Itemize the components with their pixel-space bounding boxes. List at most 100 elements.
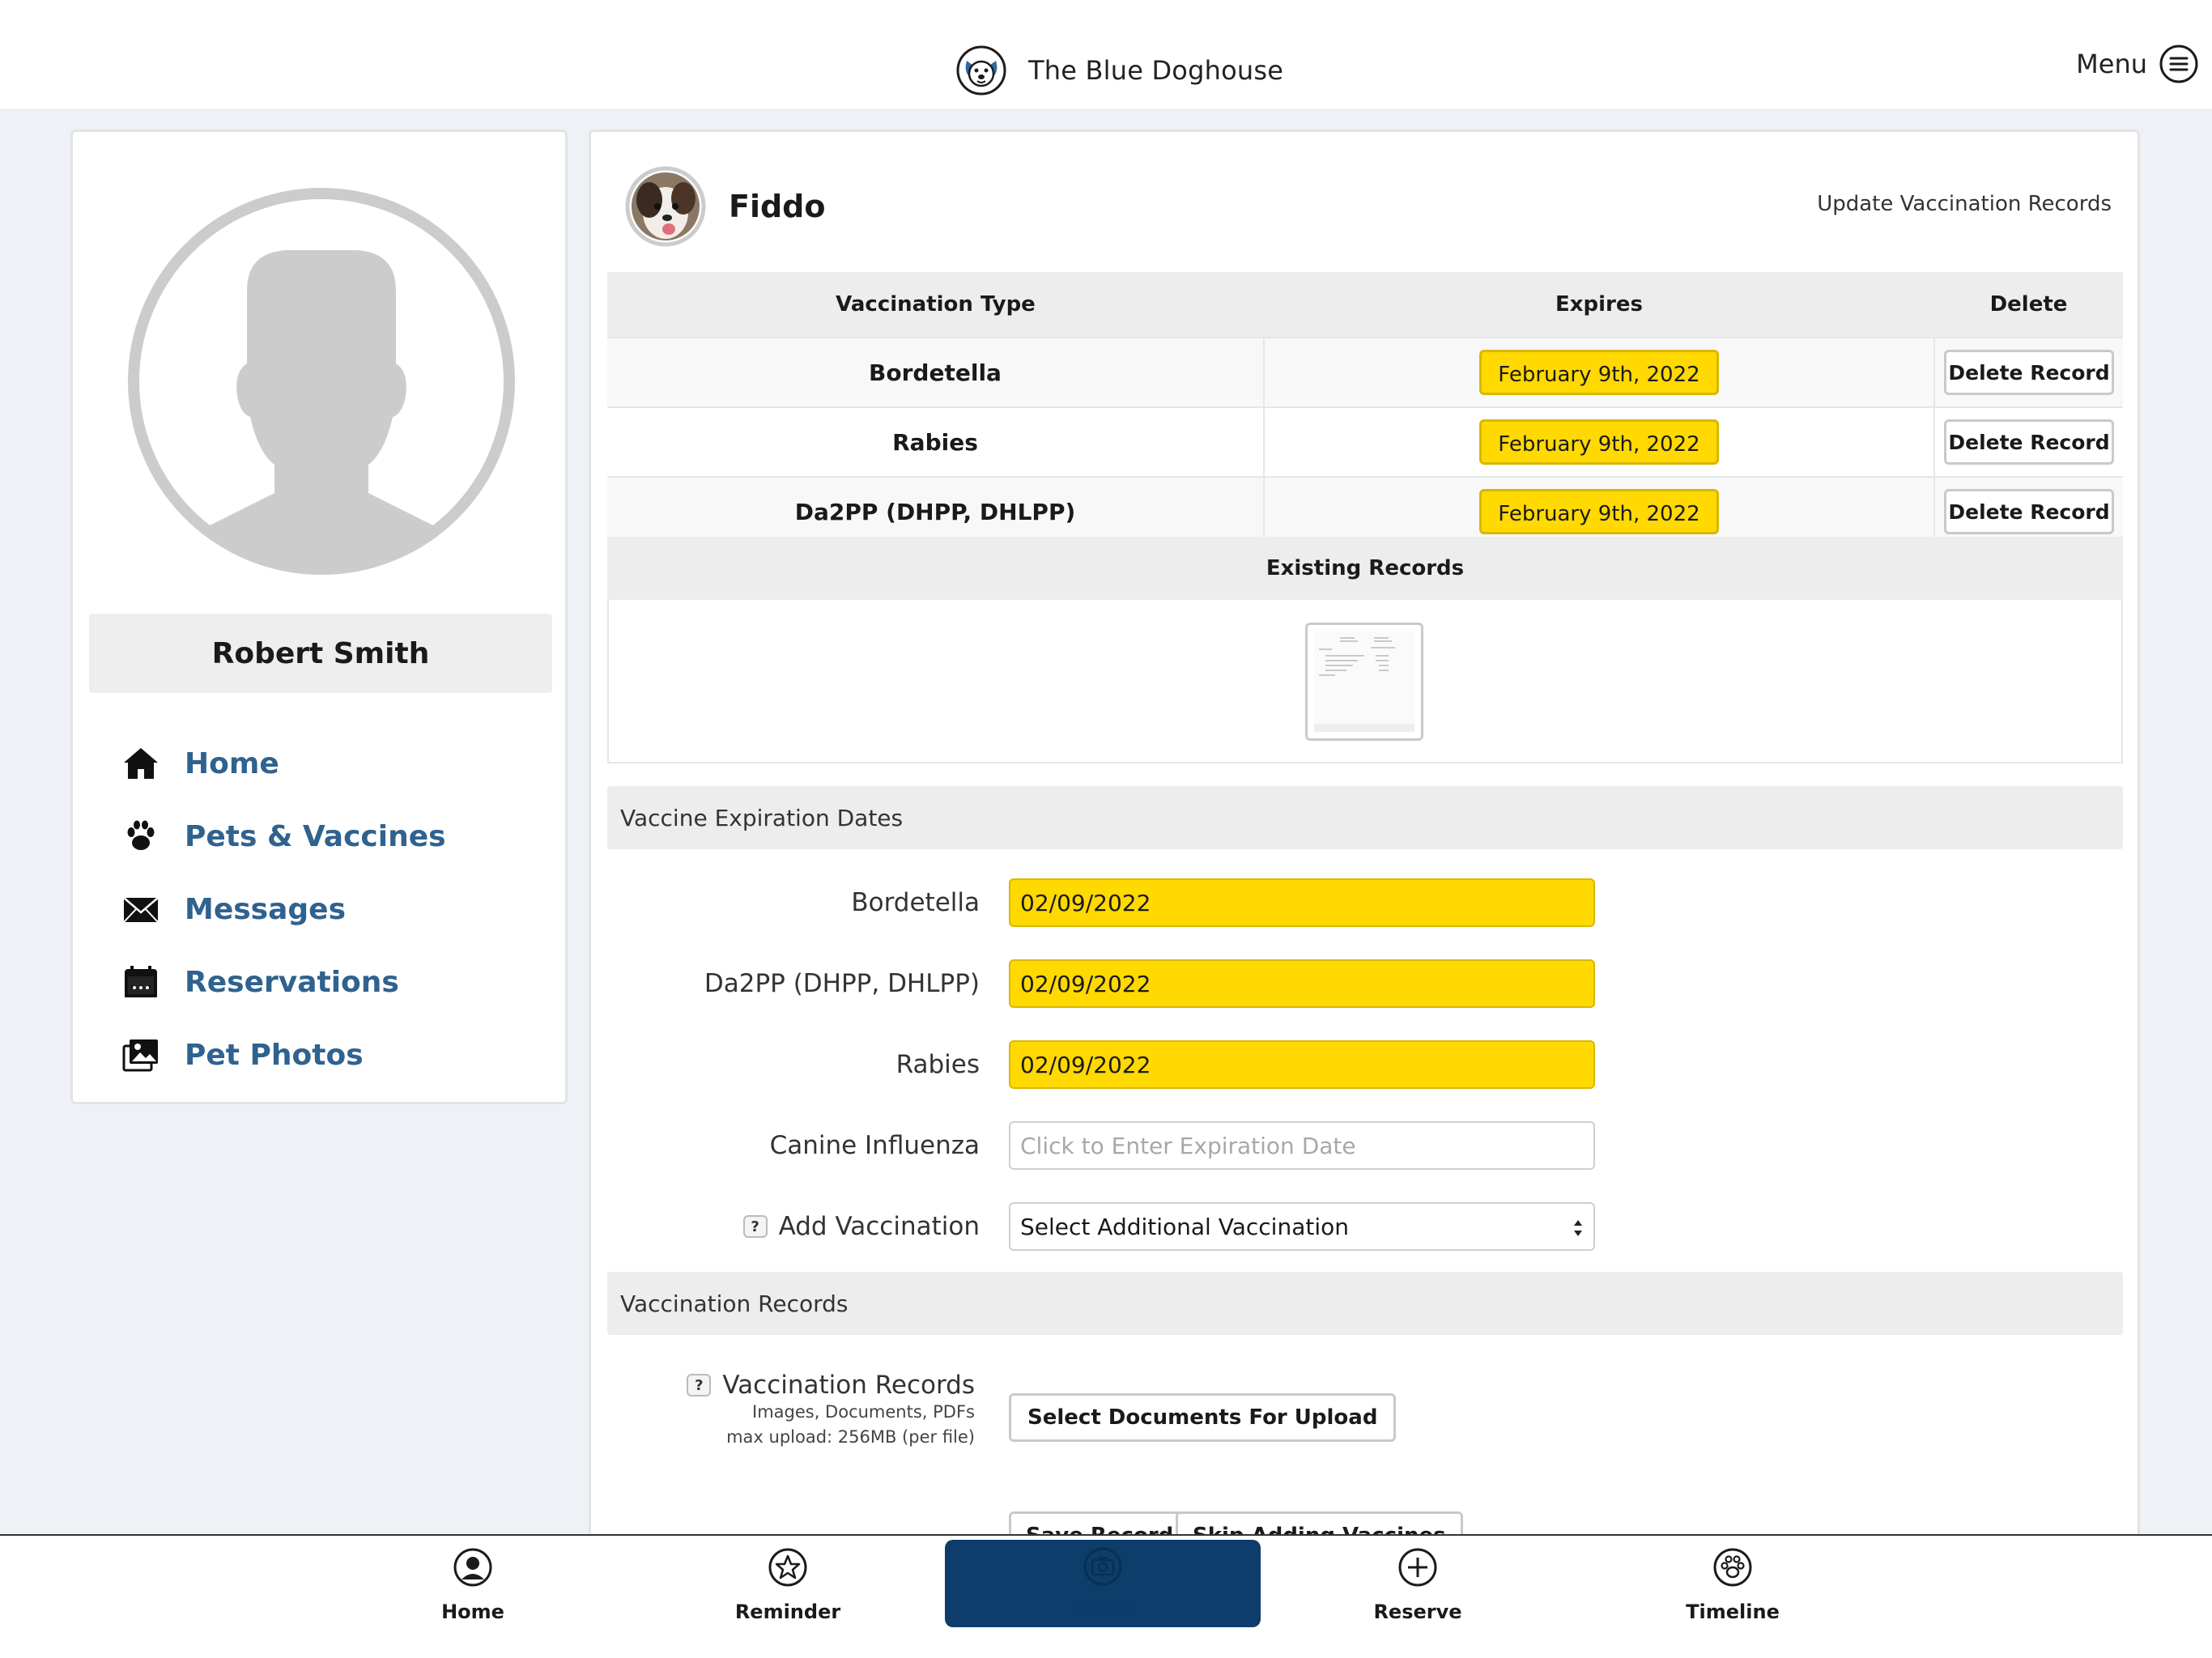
tab-home[interactable]: Home xyxy=(351,1536,594,1657)
menu-button[interactable]: Menu xyxy=(2076,44,2199,84)
tab-reminder[interactable]: Reminder xyxy=(666,1536,909,1657)
vaccination-records-label-block: ? Vaccination Records Images, Documents,… xyxy=(687,1371,975,1450)
sidebar-item-messages[interactable]: Messages xyxy=(121,873,542,946)
vaccination-table: Vaccination Type Expires Delete Bordetel… xyxy=(607,272,2123,546)
brand-name: The Blue Doghouse xyxy=(1028,55,1284,86)
bordetella-label: Bordetella xyxy=(851,888,980,917)
add-vaccination-row: ? Add Vaccination Select Additional Vacc… xyxy=(591,1202,2138,1251)
sidebar-item-label: Pet Photos xyxy=(185,1038,364,1072)
canine-influenza-date-input[interactable]: Click to Enter Expiration Date xyxy=(1009,1121,1595,1170)
table-row: Da2PP (DHPP, DHLPP) February 9th, 2022 D… xyxy=(607,476,2123,546)
vaccine-type-cell: Da2PP (DHPP, DHLPP) xyxy=(607,476,1265,546)
expiry-date-pill[interactable]: February 9th, 2022 xyxy=(1479,350,1719,395)
tab-label: Timeline xyxy=(1686,1601,1780,1623)
sidebar-item-home[interactable]: Home xyxy=(121,727,542,800)
document-preview-icon xyxy=(1314,631,1414,732)
canine-influenza-label: Canine Influenza xyxy=(769,1131,980,1160)
dog-logo-icon xyxy=(956,45,1006,96)
envelope-icon xyxy=(121,890,160,929)
add-vaccination-select[interactable]: Select Additional Vaccination xyxy=(1009,1202,1595,1251)
profile-card: Robert Smith Home Pets & Vaccines Messag… xyxy=(70,130,568,1104)
expiry-date-pill[interactable]: February 9th, 2022 xyxy=(1479,489,1719,534)
profile-name-box: Robert Smith xyxy=(89,614,552,693)
delete-cell: Delete Record xyxy=(1934,476,2123,546)
delete-cell: Delete Record xyxy=(1934,337,2123,407)
rabies-label: Rabies xyxy=(895,1050,980,1079)
top-header: The Blue Doghouse Menu xyxy=(0,0,2212,108)
vaccine-expiration-section-header: Vaccine Expiration Dates xyxy=(607,786,2123,849)
vaccine-type-cell: Rabies xyxy=(607,406,1265,477)
table-row: Bordetella February 9th, 2022 Delete Rec… xyxy=(607,337,2123,407)
photos-icon xyxy=(121,1035,160,1074)
document-thumbnail[interactable] xyxy=(1305,623,1423,741)
tab-label: Reserve xyxy=(1373,1601,1462,1623)
expires-cell: February 9th, 2022 xyxy=(1264,406,1935,477)
paw-circle-icon xyxy=(1713,1548,1752,1587)
tab-label: Home xyxy=(441,1601,504,1623)
sidebar-item-pet-photos[interactable]: Pet Photos xyxy=(121,1018,542,1091)
calendar-icon xyxy=(121,963,160,1001)
pet-name: Fiddo xyxy=(729,189,826,224)
sidebar-item-label: Pets & Vaccines xyxy=(185,819,446,853)
bordetella-date-input[interactable]: 02/09/2022 xyxy=(1009,878,1595,927)
brand[interactable]: The Blue Doghouse xyxy=(955,42,1283,99)
avatar xyxy=(128,188,515,575)
table-row: Rabies February 9th, 2022 Delete Record xyxy=(607,406,2123,477)
add-vaccination-select-value: Select Additional Vaccination xyxy=(1020,1213,1349,1240)
profile-name: Robert Smith xyxy=(211,636,430,670)
sidebar-item-label: Home xyxy=(185,746,279,780)
vaccine-type-cell: Bordetella xyxy=(607,337,1265,407)
user-circle-icon xyxy=(453,1548,492,1587)
expires-cell: February 9th, 2022 xyxy=(1264,476,1935,546)
canine-influenza-row: Canine Influenza Click to Enter Expirati… xyxy=(591,1121,2138,1170)
da2pp-date-input[interactable]: 02/09/2022 xyxy=(1009,959,1595,1008)
star-icon xyxy=(768,1548,807,1587)
column-header-expires: Expires xyxy=(1264,272,1934,338)
delete-record-button[interactable]: Delete Record xyxy=(1944,419,2114,465)
tab-label: Reminder xyxy=(734,1601,841,1623)
rabies-date-input[interactable]: 02/09/2022 xyxy=(1009,1040,1595,1089)
pet-photo xyxy=(625,166,706,247)
help-icon[interactable]: ? xyxy=(742,1215,768,1238)
home-icon xyxy=(121,744,160,783)
existing-records-panel xyxy=(607,600,2123,763)
delete-record-button[interactable]: Delete Record xyxy=(1944,489,2114,534)
delete-cell: Delete Record xyxy=(1934,406,2123,477)
file-types-note: Images, Documents, PDFs xyxy=(752,1402,975,1422)
da2pp-row: Da2PP (DHPP, DHLPP) 02/09/2022 xyxy=(591,959,2138,1008)
expires-cell: February 9th, 2022 xyxy=(1264,337,1935,407)
bordetella-row: Bordetella 02/09/2022 xyxy=(591,878,2138,927)
hamburger-circle-icon xyxy=(2159,45,2198,83)
vaccination-records-section-header: Vaccination Records xyxy=(607,1272,2123,1335)
select-documents-button[interactable]: Select Documents For Upload xyxy=(1009,1393,1397,1442)
table-header-row: Vaccination Type Expires Delete xyxy=(607,272,2123,338)
rabies-row: Rabies 02/09/2022 xyxy=(591,1040,2138,1089)
pet-header: Fiddo xyxy=(625,166,826,247)
update-vaccination-records-link[interactable]: Update Vaccination Records xyxy=(1817,192,2112,216)
tab-timeline[interactable]: Timeline xyxy=(1611,1536,1854,1657)
add-vaccination-label-wrap: ? Add Vaccination xyxy=(742,1202,980,1251)
help-icon[interactable]: ? xyxy=(687,1374,712,1397)
delete-record-button[interactable]: Delete Record xyxy=(1944,350,2114,395)
paw-icon xyxy=(121,817,160,856)
column-header-delete: Delete xyxy=(1934,272,2123,338)
sidebar-item-pets-vaccines[interactable]: Pets & Vaccines xyxy=(121,800,542,873)
main-card: Fiddo Update Vaccination Records Vaccina… xyxy=(589,130,2140,1538)
menu-label: Menu xyxy=(2076,49,2147,79)
tab-reserve[interactable]: Reserve xyxy=(1296,1536,1539,1657)
vaccination-records-label-row: ? Vaccination Records xyxy=(687,1371,975,1400)
expiry-date-pill[interactable]: February 9th, 2022 xyxy=(1479,419,1719,465)
tab-label: Share xyxy=(1070,1596,1135,1619)
sidebar-item-label: Messages xyxy=(185,892,347,926)
vaccination-records-label: Vaccination Records xyxy=(722,1371,975,1400)
select-arrows-icon xyxy=(1574,1220,1582,1236)
existing-records-header: Existing Records xyxy=(607,537,2123,600)
da2pp-label: Da2PP (DHPP, DHLPP) xyxy=(704,969,980,998)
sidebar-item-label: Reservations xyxy=(185,965,399,999)
sidebar-item-reservations[interactable]: Reservations xyxy=(121,946,542,1018)
tab-share[interactable]: Share xyxy=(945,1540,1261,1627)
bottom-tab-bar: Home Reminder Share Reserve Timeline xyxy=(0,1534,2212,1658)
sidebar-nav: Home Pets & Vaccines Messages Reservatio… xyxy=(121,727,542,1091)
column-header-type: Vaccination Type xyxy=(607,272,1264,338)
camera-icon xyxy=(1083,1547,1122,1586)
